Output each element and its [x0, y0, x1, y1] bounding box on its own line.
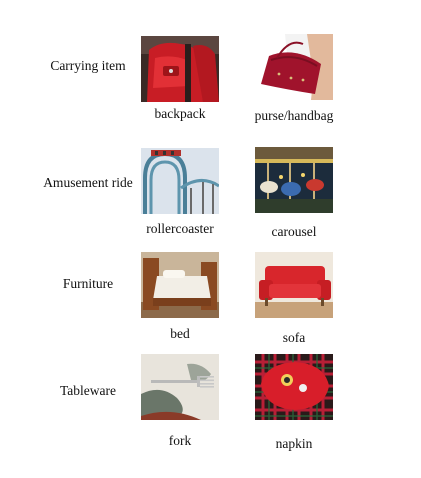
- category-label-furniture: Furniture: [62, 276, 114, 291]
- item-label-sofa: sofa: [282, 330, 306, 345]
- fork-photo-icon: [141, 354, 219, 420]
- category-label-tableware: Tableware: [59, 383, 117, 398]
- category-label-carrying-item: Carrying item: [50, 58, 126, 73]
- carousel-photo-icon: [255, 147, 333, 213]
- handbag-photo-icon: [255, 34, 333, 100]
- sofa-photo-icon: [255, 252, 333, 318]
- napkin-photo-icon: [255, 354, 333, 420]
- item-label-napkin: napkin: [275, 436, 313, 451]
- rollercoaster-photo-icon: [141, 148, 219, 214]
- item-label-backpack: backpack: [154, 106, 206, 121]
- item-label-fork: fork: [168, 433, 192, 448]
- category-label-amusement-ride: Amusement ride: [43, 175, 133, 190]
- bed-photo-icon: [141, 252, 219, 318]
- item-label-purse-handbag: purse/handbag: [254, 108, 334, 123]
- backpack-photo-icon: [141, 36, 219, 102]
- item-label-rollercoaster: rollercoaster: [146, 221, 214, 236]
- item-label-bed: bed: [170, 326, 190, 341]
- item-label-carousel: carousel: [271, 224, 317, 239]
